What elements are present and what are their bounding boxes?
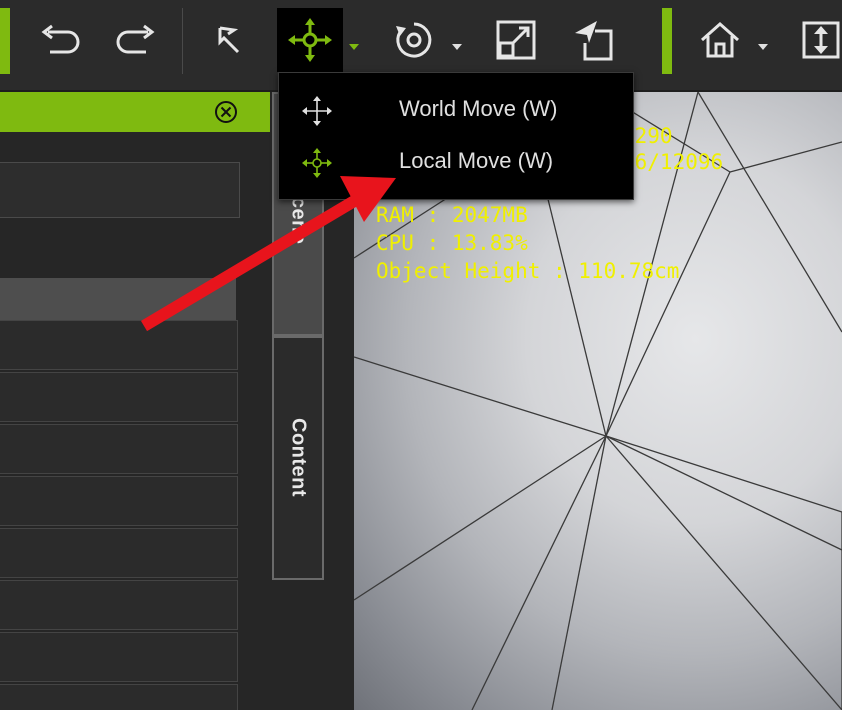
undo-icon xyxy=(41,24,80,54)
freeze-button[interactable] xyxy=(564,8,624,72)
list-item[interactable] xyxy=(0,424,238,474)
list-item[interactable] xyxy=(0,476,238,526)
rotate-icon xyxy=(396,22,432,58)
home-icon xyxy=(701,21,739,58)
list-item[interactable] xyxy=(0,684,238,710)
move-dropdown-caret[interactable] xyxy=(349,44,359,50)
panel-close-button[interactable] xyxy=(214,100,238,124)
tab-content[interactable]: Content xyxy=(272,336,324,580)
home-dropdown-caret[interactable] xyxy=(758,44,768,50)
hud-ram: RAM : 2047MB xyxy=(376,203,528,227)
panel-header xyxy=(0,92,270,132)
select-button[interactable] xyxy=(200,8,260,72)
hud-stat-2: 96/12096 xyxy=(622,150,724,174)
home-button[interactable] xyxy=(690,8,750,72)
list-item[interactable] xyxy=(0,320,238,370)
list-item-selected[interactable] xyxy=(0,278,236,320)
toolbar-accent-right xyxy=(662,8,672,74)
toolbar-accent-left xyxy=(0,8,10,74)
rotate-dropdown-caret[interactable] xyxy=(452,44,462,50)
menu-item-world-move-label: World Move (W) xyxy=(399,96,558,121)
redo-button[interactable] xyxy=(106,8,166,72)
world-move-icon xyxy=(302,96,332,126)
close-icon xyxy=(215,101,237,123)
rotate-button[interactable] xyxy=(384,8,444,72)
move-mode-menu: World Move (W) Local Move (W) xyxy=(278,72,634,200)
scene-panel xyxy=(0,92,270,710)
list-item[interactable] xyxy=(0,580,238,630)
hud-cpu: CPU : 13.83% xyxy=(376,231,528,255)
freeze-icon xyxy=(575,21,613,61)
fit-height-icon xyxy=(802,21,840,59)
redo-icon xyxy=(116,24,155,54)
menu-item-world-move[interactable]: World Move (W) xyxy=(279,83,633,135)
tab-content-label: Content xyxy=(287,418,310,498)
hud-object-height: Object Height : 110.78cm xyxy=(376,259,680,283)
scale-icon xyxy=(496,20,536,60)
fit-height-button[interactable] xyxy=(796,8,842,72)
list-item[interactable] xyxy=(0,528,238,578)
panel-scrollbar[interactable] xyxy=(238,278,270,710)
move-icon xyxy=(288,18,332,62)
menu-item-local-move[interactable]: Local Move (W) xyxy=(279,135,633,187)
list-item[interactable] xyxy=(0,372,238,422)
scale-button[interactable] xyxy=(486,8,546,72)
select-arrow-icon xyxy=(218,26,240,54)
panel-search-input[interactable] xyxy=(0,162,240,218)
menu-item-local-move-label: Local Move (W) xyxy=(399,148,554,173)
list-item[interactable] xyxy=(0,632,238,682)
move-button[interactable] xyxy=(277,8,343,72)
undo-button[interactable] xyxy=(30,8,90,72)
local-move-icon xyxy=(302,148,332,178)
toolbar-separator xyxy=(182,8,183,74)
